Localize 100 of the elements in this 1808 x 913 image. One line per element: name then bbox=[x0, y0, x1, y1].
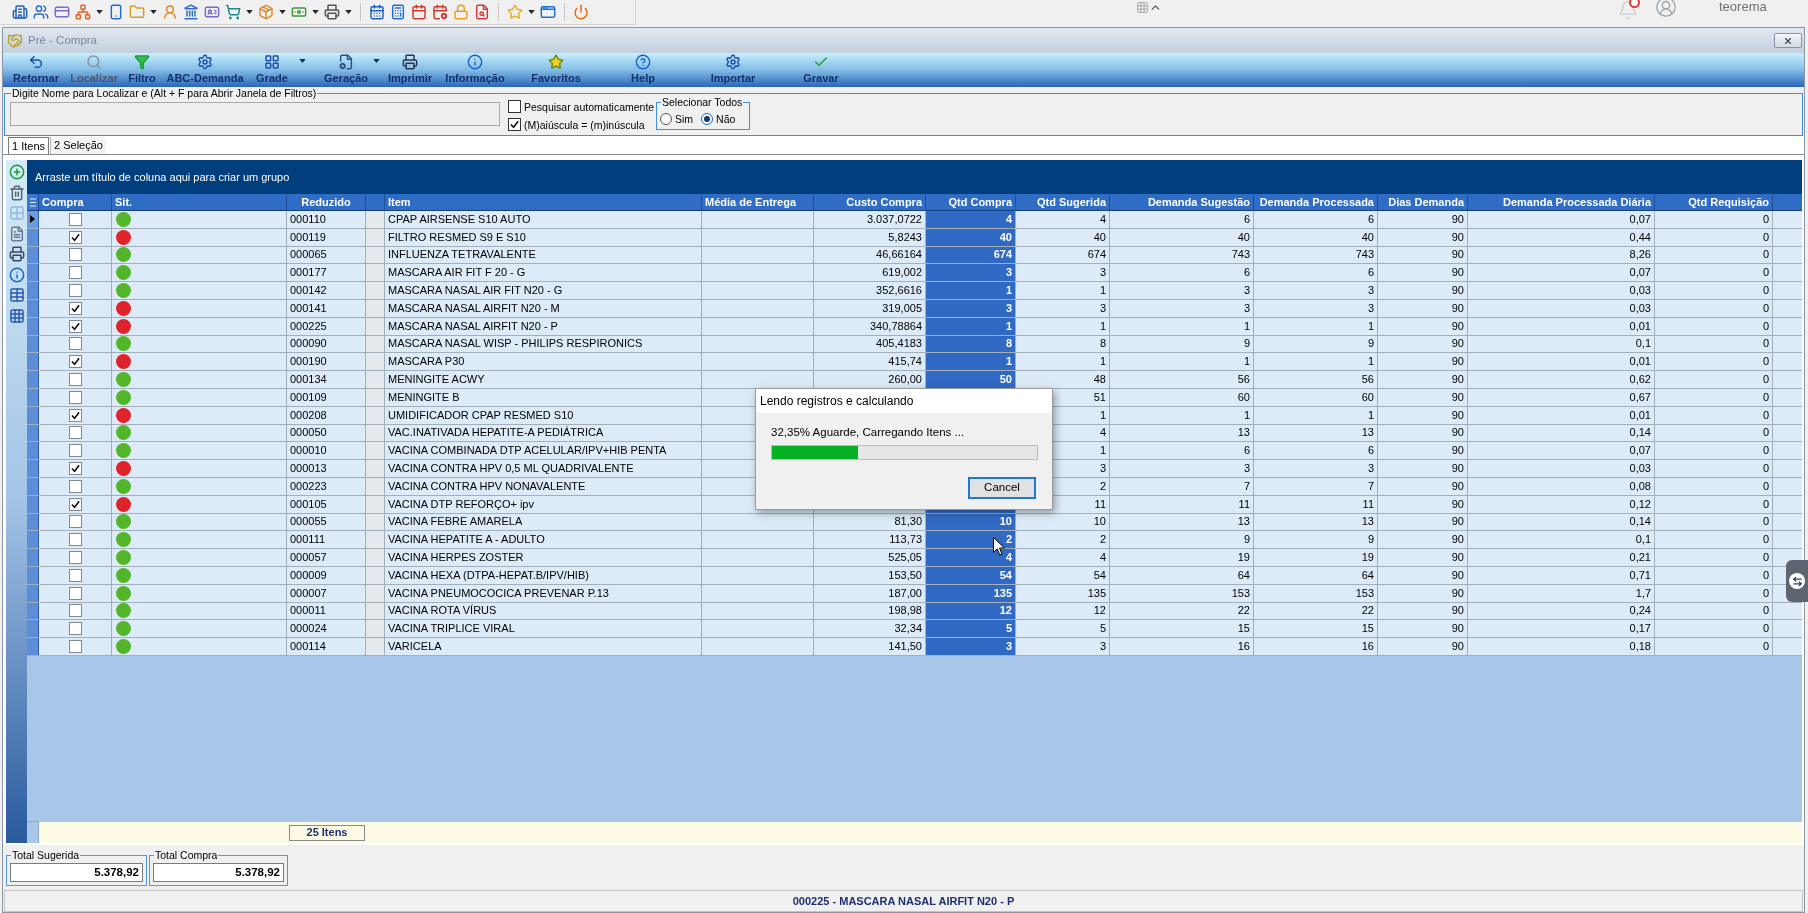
total-field[interactable]: 5.378,92 bbox=[153, 863, 284, 882]
checkbox[interactable] bbox=[68, 604, 82, 618]
trash-icon[interactable] bbox=[8, 184, 25, 201]
checkbox[interactable] bbox=[68, 515, 82, 529]
close-button[interactable] bbox=[1774, 33, 1802, 48]
plus-circle-icon[interactable] bbox=[8, 164, 25, 180]
toolbar-button[interactable]: Retornar bbox=[9, 53, 63, 87]
checkbox[interactable] bbox=[68, 408, 82, 422]
row-header-cell[interactable] bbox=[27, 531, 39, 549]
window-icon[interactable] bbox=[540, 4, 556, 20]
total-field[interactable]: 5.378,92 bbox=[10, 863, 143, 882]
radio-label[interactable]: Não bbox=[716, 112, 736, 125]
checkbox[interactable] bbox=[68, 426, 82, 440]
row-header-cell[interactable] bbox=[27, 211, 39, 228]
checkbox[interactable] bbox=[68, 444, 82, 458]
column-header[interactable]: Média de Entrega bbox=[702, 194, 814, 210]
caret-icon[interactable] bbox=[345, 10, 352, 14]
column-header[interactable]: Sit. bbox=[112, 194, 287, 210]
checkbox[interactable] bbox=[508, 118, 521, 131]
checkbox[interactable] bbox=[68, 373, 82, 387]
checkbox[interactable] bbox=[68, 479, 82, 493]
checkbox[interactable] bbox=[68, 337, 82, 351]
caret-icon[interactable] bbox=[373, 59, 380, 63]
checkbox[interactable] bbox=[68, 248, 82, 262]
column-header[interactable]: Demanda Processada bbox=[1254, 194, 1378, 210]
table-icon[interactable] bbox=[8, 287, 25, 303]
radio-button[interactable] bbox=[660, 112, 672, 125]
toolbar-button[interactable]: Geração bbox=[320, 53, 372, 87]
column-header[interactable]: Demanda Sugestão bbox=[1110, 194, 1254, 210]
toolbar-button[interactable]: Importar bbox=[703, 53, 763, 87]
box-icon[interactable] bbox=[258, 4, 274, 20]
column-header[interactable]: Demanda Processada Diária bbox=[1468, 194, 1655, 210]
caret-icon[interactable] bbox=[279, 10, 286, 14]
tab[interactable]: 2 Seleção bbox=[50, 137, 106, 154]
toolbar-button[interactable]: Informação bbox=[440, 53, 510, 87]
id-card-icon[interactable] bbox=[204, 4, 220, 20]
checkbox[interactable] bbox=[68, 284, 82, 298]
info-icon[interactable] bbox=[8, 266, 25, 283]
checkbox[interactable] bbox=[68, 622, 82, 636]
checkbox[interactable] bbox=[68, 462, 82, 476]
column-header[interactable]: Reduzido bbox=[287, 194, 366, 210]
banknote-icon[interactable] bbox=[291, 4, 307, 20]
search-field[interactable] bbox=[10, 102, 500, 126]
column-header[interactable]: Qtd Requisição bbox=[1655, 194, 1773, 210]
toolbar-button[interactable]: Gravar bbox=[798, 53, 844, 87]
checkbox[interactable] bbox=[68, 497, 82, 511]
row-header-cell[interactable] bbox=[27, 282, 39, 299]
row-header-cell[interactable] bbox=[27, 620, 39, 638]
grid-icon[interactable] bbox=[8, 307, 25, 324]
toolbar-button[interactable]: ABC-Demanda bbox=[165, 53, 245, 87]
radio-label[interactable]: Sim bbox=[675, 112, 694, 125]
user-avatar-icon[interactable] bbox=[1653, 0, 1679, 18]
document-icon[interactable] bbox=[8, 225, 25, 242]
phone-icon[interactable] bbox=[108, 4, 124, 20]
checkbox[interactable] bbox=[68, 319, 82, 333]
row-header-cell[interactable] bbox=[27, 353, 39, 371]
toolbar-button[interactable]: Filtro bbox=[125, 53, 159, 87]
toolbar-button[interactable]: Imprimir bbox=[385, 53, 435, 87]
calendar-icon[interactable] bbox=[369, 4, 385, 20]
caret-icon[interactable] bbox=[312, 10, 319, 14]
calendar-gear-icon[interactable] bbox=[432, 4, 448, 20]
column-header[interactable]: Dias Demanda bbox=[1378, 194, 1468, 210]
checkbox-label[interactable]: (M)aiúscula = (m)inúscula bbox=[524, 118, 645, 131]
printer-icon[interactable] bbox=[8, 246, 25, 262]
checkbox[interactable] bbox=[68, 390, 82, 404]
checkbox[interactable] bbox=[68, 640, 82, 653]
bell-icon[interactable] bbox=[1618, 0, 1638, 20]
grid-icon[interactable] bbox=[1136, 1, 1149, 14]
calculator-icon[interactable] bbox=[390, 4, 406, 20]
row-header-cell[interactable] bbox=[27, 442, 39, 460]
column-header[interactable]: Compra bbox=[39, 194, 112, 210]
checkbox[interactable] bbox=[68, 586, 82, 600]
toolbar-button[interactable]: Help bbox=[623, 53, 663, 87]
card-icon[interactable] bbox=[54, 4, 70, 20]
column-header[interactable]: Custo Compra bbox=[814, 194, 926, 210]
row-header-cell[interactable] bbox=[27, 460, 39, 477]
checkbox[interactable] bbox=[68, 212, 82, 226]
building-icon[interactable] bbox=[12, 4, 28, 20]
caret-icon[interactable] bbox=[150, 10, 157, 14]
caret-icon[interactable] bbox=[299, 59, 306, 63]
caret-icon[interactable] bbox=[96, 10, 103, 14]
checkbox[interactable] bbox=[68, 301, 82, 315]
power-icon[interactable] bbox=[573, 4, 589, 20]
column-header[interactable]: Qtd Compra bbox=[926, 194, 1016, 210]
row-header-cell[interactable] bbox=[27, 371, 39, 388]
column-header[interactable]: Qtd Sugerida bbox=[1016, 194, 1110, 210]
checkbox[interactable] bbox=[68, 355, 82, 369]
printer-icon[interactable] bbox=[324, 4, 340, 20]
file-search-icon[interactable] bbox=[474, 4, 490, 20]
caret-icon[interactable] bbox=[528, 10, 535, 14]
folder-icon[interactable] bbox=[129, 4, 145, 20]
cart-icon[interactable] bbox=[225, 4, 241, 20]
lock-icon[interactable] bbox=[453, 4, 469, 20]
row-header-cell[interactable] bbox=[27, 638, 39, 655]
column-header[interactable]: Item bbox=[385, 194, 702, 210]
caret-icon[interactable] bbox=[246, 10, 253, 14]
toolbar-button[interactable]: Favoritos bbox=[526, 53, 586, 87]
radio-button[interactable] bbox=[701, 112, 714, 125]
toolbar-button[interactable]: Grade bbox=[253, 53, 291, 87]
checkbox[interactable] bbox=[68, 551, 82, 565]
